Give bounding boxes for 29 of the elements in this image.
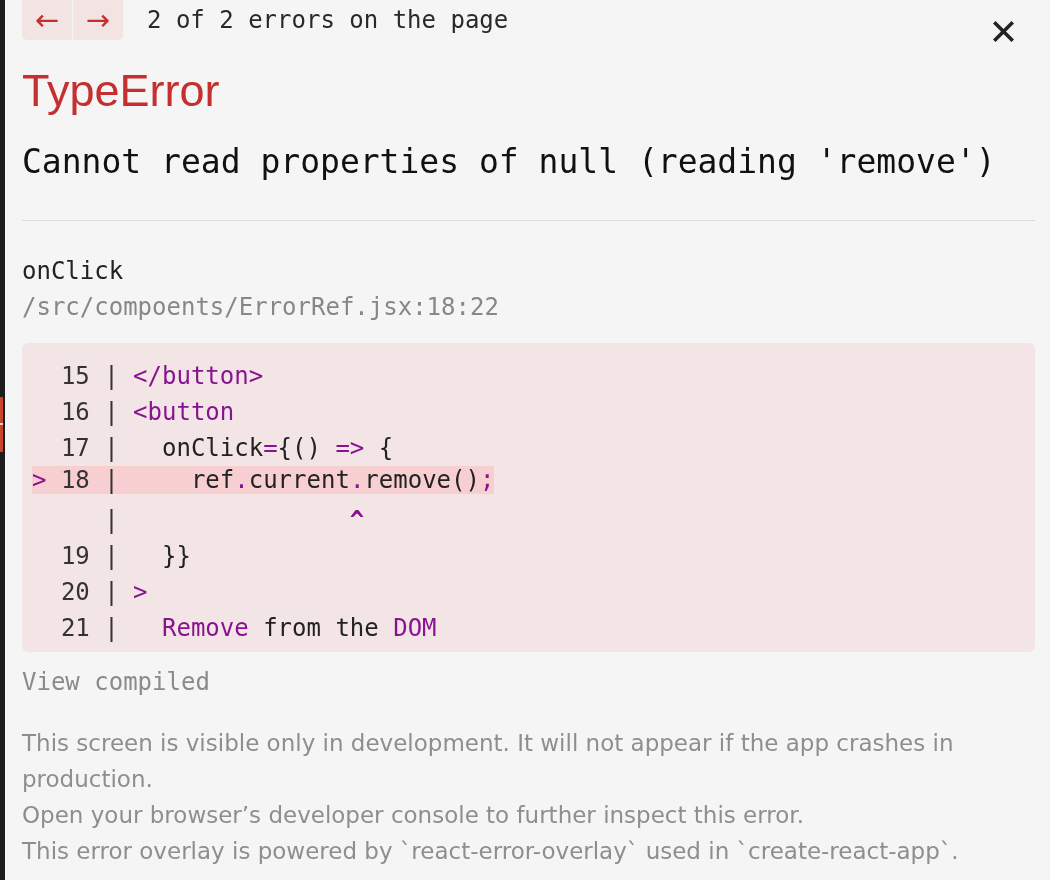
next-error-button[interactable]: → [73,0,123,40]
error-message: Cannot read properties of null (reading 'remove') [22,142,996,182]
footer-note: Open your browser’s developer console to further inspect this error. [22,801,804,830]
footer-note: This screen is visible only in development. It will not appear if the app crashes in production. [22,729,955,794]
code-text: <button [133,398,235,426]
code-text: Remove from the DOM [161,614,437,642]
footer-note: This error overlay is powered by `react-error-overlay` used in `create-react-app`. [22,837,959,866]
line-number: 16 | [60,398,119,426]
error-counter: 2 of 2 errors on the page [147,5,509,36]
code-text: > [133,578,148,606]
line-number: 21 | [60,614,119,642]
error-line-marker: > [32,466,47,494]
function-name: onClick [22,256,124,287]
line-number: 20 | [60,578,119,606]
line-number: 17 | [60,434,119,462]
file-location: /src/compoents/ErrorRef.jsx:18:22 [22,292,499,323]
line-number: 18 | [60,466,119,494]
code-text: ref.current.remove(); [189,466,495,494]
error-column-pointer: ^ [348,506,365,534]
gutter-label: | [104,506,119,534]
code-text: }} [161,542,191,570]
code-text: </button> [133,362,264,390]
line-number: 15 | [60,362,119,390]
close-icon [992,20,1014,42]
previous-error-button[interactable]: ← [22,0,72,40]
view-compiled-link[interactable]: View compiled [22,664,210,700]
line-number: 19 | [60,542,119,570]
code-text: onClick={() => { [161,434,394,462]
error-type-heading: TypeError [22,64,220,118]
